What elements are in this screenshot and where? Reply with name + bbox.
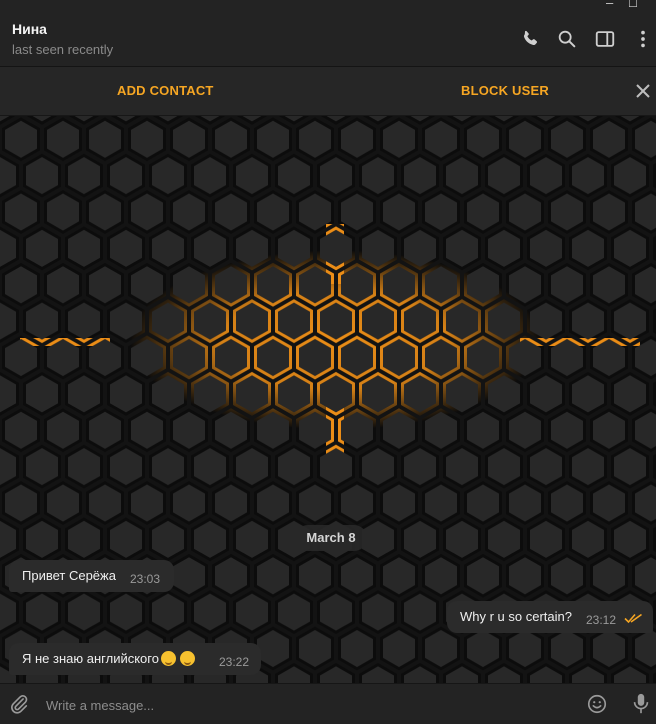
message-time: 23:12	[586, 613, 617, 627]
new-contact-action-bar: ADD CONTACT BLOCK USER	[0, 67, 656, 116]
double-check-icon	[624, 613, 642, 624]
close-icon[interactable]	[633, 81, 653, 101]
message-time: 23:03	[130, 572, 161, 586]
chat-header: Нина last seen recently	[0, 0, 656, 67]
message-time: 23:22	[219, 655, 250, 669]
block-user-button[interactable]: BLOCK USER	[461, 83, 549, 98]
search-icon[interactable]	[556, 28, 578, 50]
phone-icon[interactable]	[519, 28, 541, 50]
relieved-face-emoji	[160, 651, 176, 666]
message-list[interactable]: March 8 Привет Серёжа 23:03 Why r u so c…	[0, 116, 656, 683]
message-input[interactable]	[44, 692, 568, 718]
chat-wallpaper	[0, 116, 656, 683]
incoming-message[interactable]: Привет Серёжа 23:03	[9, 560, 174, 592]
shushing-face-emoji	[179, 651, 195, 666]
outgoing-message[interactable]: Why r u so certain? 23:12	[447, 601, 653, 633]
sidebar-toggle-icon[interactable]	[594, 28, 616, 50]
maximize-button[interactable]: ☐	[628, 0, 638, 10]
emoji-icon[interactable]	[586, 693, 608, 715]
date-separator: March 8	[295, 525, 367, 551]
more-vertical-icon[interactable]	[632, 28, 654, 50]
peer-name[interactable]: Нина	[12, 21, 47, 37]
message-text: Привет Серёжа	[22, 568, 116, 583]
message-composer	[0, 683, 656, 724]
attach-icon[interactable]	[8, 693, 30, 715]
add-contact-button[interactable]: ADD CONTACT	[117, 83, 214, 98]
minimize-button[interactable]: –	[606, 0, 613, 10]
incoming-message[interactable]: Я не знаю английского 23:22	[9, 643, 261, 675]
peer-status: last seen recently	[12, 42, 114, 57]
message-text: Я не знаю английского	[22, 651, 159, 666]
mic-icon[interactable]	[630, 692, 652, 716]
message-text: Why r u so certain?	[460, 609, 572, 624]
